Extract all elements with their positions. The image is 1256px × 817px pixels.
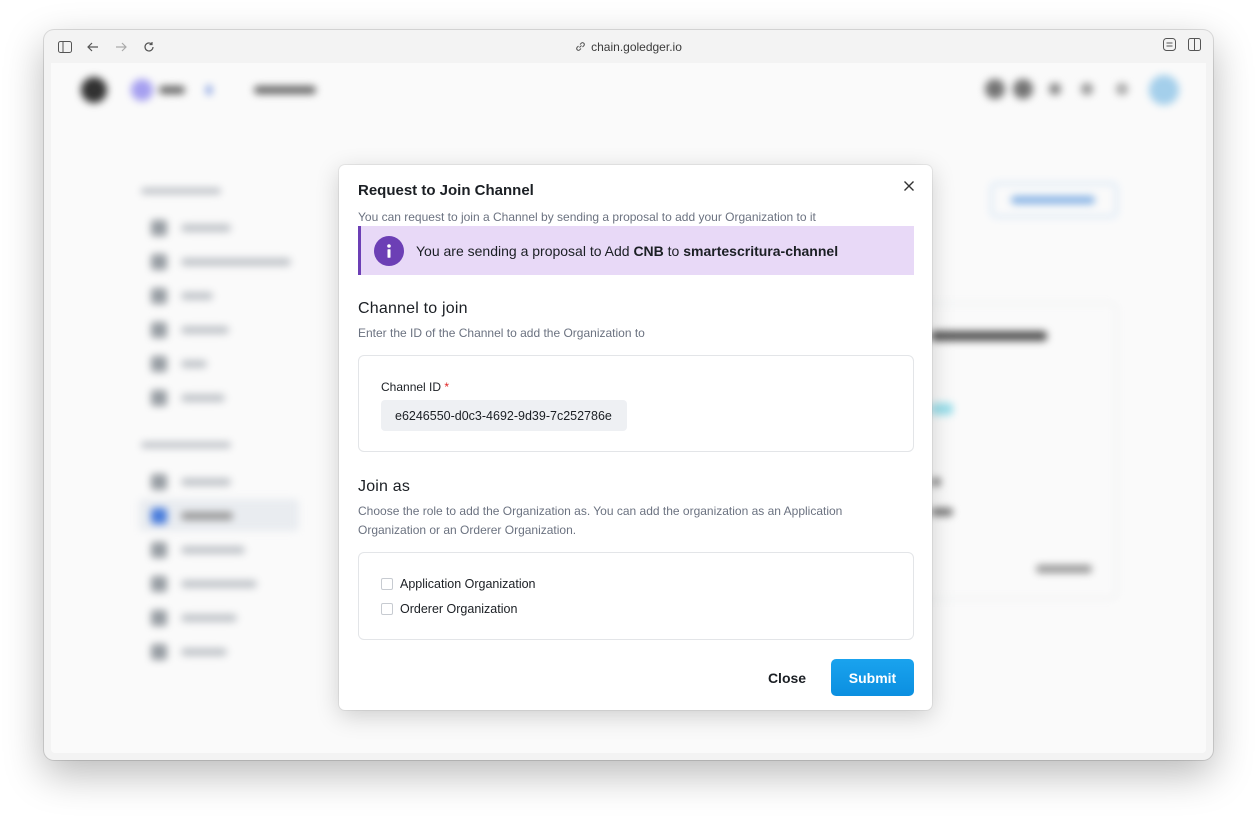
join-channel-modal: Request to Join Channel You can request …	[339, 165, 932, 710]
link-icon	[576, 42, 585, 51]
orderer-organization-option[interactable]: Orderer Organization	[381, 602, 517, 616]
alert-channel-name: smartescritura-channel	[683, 242, 839, 259]
page-content: Request to Join Channel You can request …	[51, 63, 1206, 753]
url-text: chain.goledger.io	[591, 39, 682, 54]
channel-id-input[interactable]	[381, 400, 627, 431]
modal-subtitle: You can request to join a Channel by sen…	[358, 210, 816, 224]
browser-window: chain.goledger.io Request to Join Channe…	[44, 30, 1213, 760]
channel-section-description: Enter the ID of the Channel to add the O…	[358, 326, 645, 340]
required-mark: *	[444, 380, 450, 394]
orderer-organization-checkbox[interactable]	[381, 603, 393, 615]
application-organization-checkbox[interactable]	[381, 578, 393, 590]
modal-title: Request to Join Channel	[358, 182, 534, 199]
back-arrow-icon[interactable]	[84, 38, 102, 56]
channel-section-title: Channel to join	[358, 300, 468, 317]
join-as-card: Application Organization Orderer Organiz…	[358, 552, 914, 640]
address-bar-text[interactable]: chain.goledger.io	[575, 40, 682, 54]
split-view-icon[interactable]	[1188, 38, 1201, 56]
info-alert: You are sending a proposal to Add CNB to…	[358, 226, 914, 275]
channel-id-card: Channel ID *	[358, 355, 914, 452]
alert-text: You are sending a proposal to Add CNB to…	[416, 242, 839, 259]
close-button[interactable]: Close	[759, 660, 815, 696]
application-organization-option[interactable]: Application Organization	[381, 577, 536, 591]
forward-arrow-icon[interactable]	[112, 38, 130, 56]
reload-icon[interactable]	[140, 38, 158, 56]
channel-id-label: Channel ID *	[381, 380, 450, 394]
reader-icon[interactable]	[1163, 38, 1176, 56]
join-as-section-description: Choose the role to add the Organization …	[358, 504, 843, 537]
alert-org-name: CNB	[633, 242, 664, 259]
join-as-section-title: Join as	[358, 478, 411, 495]
submit-button[interactable]: Submit	[831, 659, 914, 696]
close-icon[interactable]	[900, 177, 918, 195]
info-icon	[374, 235, 404, 266]
sidebar-toggle-icon[interactable]	[56, 38, 74, 56]
